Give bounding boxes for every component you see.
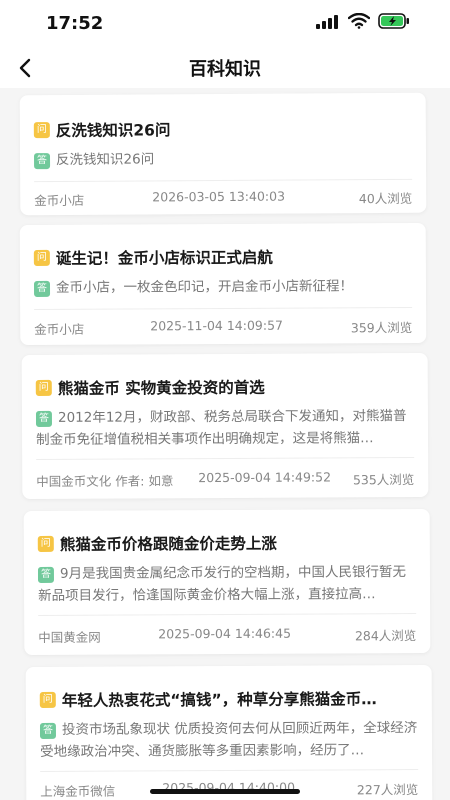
article-card[interactable]: 问 反洗钱知识26问 答反洗钱知识26问 金币小店 2026-03-05 13:…	[19, 92, 427, 216]
answer-text: 反洗钱知识26问	[55, 151, 155, 169]
question-badge: 问	[39, 691, 56, 708]
view-count: 40人浏览	[358, 190, 413, 207]
article-card[interactable]: 问 年轻人热衷花式“搞钱”，种草分享熊猫金币… 答投资市场乱象现状 优质投资何去…	[25, 664, 433, 800]
question-title: 反洗钱知识26问	[55, 121, 171, 141]
answer-row: 答 2012年12月，财政部、税务总局联合下发通知，对熊猫普制金币免征增值税相关事…	[35, 405, 414, 451]
question-title: 熊猫金币 实物黄金投资的首选	[57, 378, 265, 398]
article-list[interactable]: 问 反洗钱知识26问 答反洗钱知识26问 金币小店 2026-03-05 13:…	[0, 88, 450, 800]
answer-badge: 答	[37, 566, 55, 583]
battery-charging-icon	[378, 13, 409, 29]
answer-row: 答投资市场乱象现状 优质投资何去何从回顾近两年，全球经济受地缘政治冲突、通货膨胀…	[39, 717, 418, 763]
divider	[34, 178, 413, 183]
question-row: 问 熊猫金币价格跟随金价走势上涨	[37, 531, 416, 555]
answer-row: 答金币小店，一枚金色印记，开启金币小店新征程！	[33, 275, 412, 299]
view-count: 359人浏览	[350, 320, 413, 336]
view-count: 284人浏览	[354, 628, 417, 644]
article-card[interactable]: 问 熊猫金币价格跟随金价走势上涨 答 9月是我国贵金属纪念币发行的空档期，中国人民…	[23, 508, 431, 656]
source-label: 中国金币文化 作者: 如意	[36, 473, 174, 489]
view-count: 227人浏览	[356, 782, 419, 798]
publish-datetime: 2025-09-04 14:49:52	[198, 469, 332, 486]
answer-badge: 答	[35, 410, 53, 427]
article-card[interactable]: 问 熊猫金币 实物黄金投资的首选 答 2012年12月，财政部、税务总局联合下发通…	[21, 352, 429, 500]
answer-text: 金币小店，一枚金色印记，开启金币小店新征程！	[55, 278, 354, 296]
answer-text: 2012年12月，财政部、税务总局联合下发通知，对熊猫普制金币免征增值税相关事项…	[36, 408, 407, 448]
wifi-icon	[348, 13, 370, 29]
status-time: 17:52	[46, 13, 104, 34]
status-bar: 17:52	[0, 0, 450, 48]
source-label: 金币小店	[34, 192, 85, 209]
question-badge: 问	[33, 249, 50, 266]
publish-datetime: 2025-11-04 14:09:57	[150, 317, 284, 334]
question-row: 问 诞生记！金币小店标识正式启航	[33, 245, 412, 269]
view-count: 535人浏览	[352, 472, 415, 488]
question-row: 问 熊猫金币 实物黄金投资的首选	[35, 375, 414, 399]
meta-row: 中国金币文化 作者: 如意 2025-09-04 14:49:52 535人浏览	[36, 469, 414, 489]
meta-row: 金币小店 2025-11-04 14:09:57 359人浏览	[34, 317, 412, 337]
answer-row: 答 9月是我国贵金属纪念币发行的空档期，中国人民银行暂无新品项目发行，恰逢国际黄金…	[37, 561, 416, 607]
answer-row: 答反洗钱知识26问	[33, 147, 412, 171]
nav-bar: 百科知识	[0, 48, 450, 88]
page-title: 百科知识	[189, 59, 261, 80]
source-label: 上海金币微信	[40, 783, 116, 799]
divider	[34, 307, 413, 310]
question-title: 熊猫金币价格跟随金价走势上涨	[59, 534, 277, 554]
question-row: 问 反洗钱知识26问	[33, 117, 412, 141]
divider	[40, 769, 419, 772]
publish-datetime: 2025-09-04 14:46:45	[158, 625, 292, 642]
answer-text: 9月是我国贵金属纪念币发行的空档期，中国人民银行暂无新品项目发行，恰逢国际黄金价…	[38, 564, 407, 604]
question-badge: 问	[33, 122, 50, 139]
divider	[38, 613, 417, 616]
meta-row: 金币小店 2026-03-05 13:40:03 40人浏览	[34, 188, 413, 209]
cellular-signal-icon	[316, 15, 338, 29]
source-label: 中国黄金网	[38, 629, 101, 645]
divider	[36, 457, 415, 460]
question-badge: 问	[37, 535, 54, 552]
question-title: 年轻人热衷花式“搞钱”，种草分享熊猫金币…	[61, 690, 377, 710]
source-label: 金币小店	[34, 321, 85, 337]
answer-badge: 答	[33, 280, 51, 297]
answer-badge: 答	[39, 722, 57, 739]
question-row: 问 年轻人热衷花式“搞钱”，种草分享熊猫金币…	[39, 687, 418, 711]
home-indicator[interactable]	[150, 789, 300, 794]
answer-badge: 答	[33, 153, 51, 170]
article-card[interactable]: 问 诞生记！金币小店标识正式启航 答金币小店，一枚金色印记，开启金币小店新征程！…	[19, 222, 427, 346]
question-badge: 问	[35, 379, 52, 396]
question-title: 诞生记！金币小店标识正式启航	[55, 248, 273, 268]
answer-text: 投资市场乱象现状 优质投资何去何从回顾近两年，全球经济受地缘政治冲突、通货膨胀等…	[40, 720, 418, 760]
meta-row: 中国黄金网 2025-09-04 14:46:45 284人浏览	[38, 625, 416, 645]
publish-datetime: 2026-03-05 13:40:03	[152, 188, 286, 205]
